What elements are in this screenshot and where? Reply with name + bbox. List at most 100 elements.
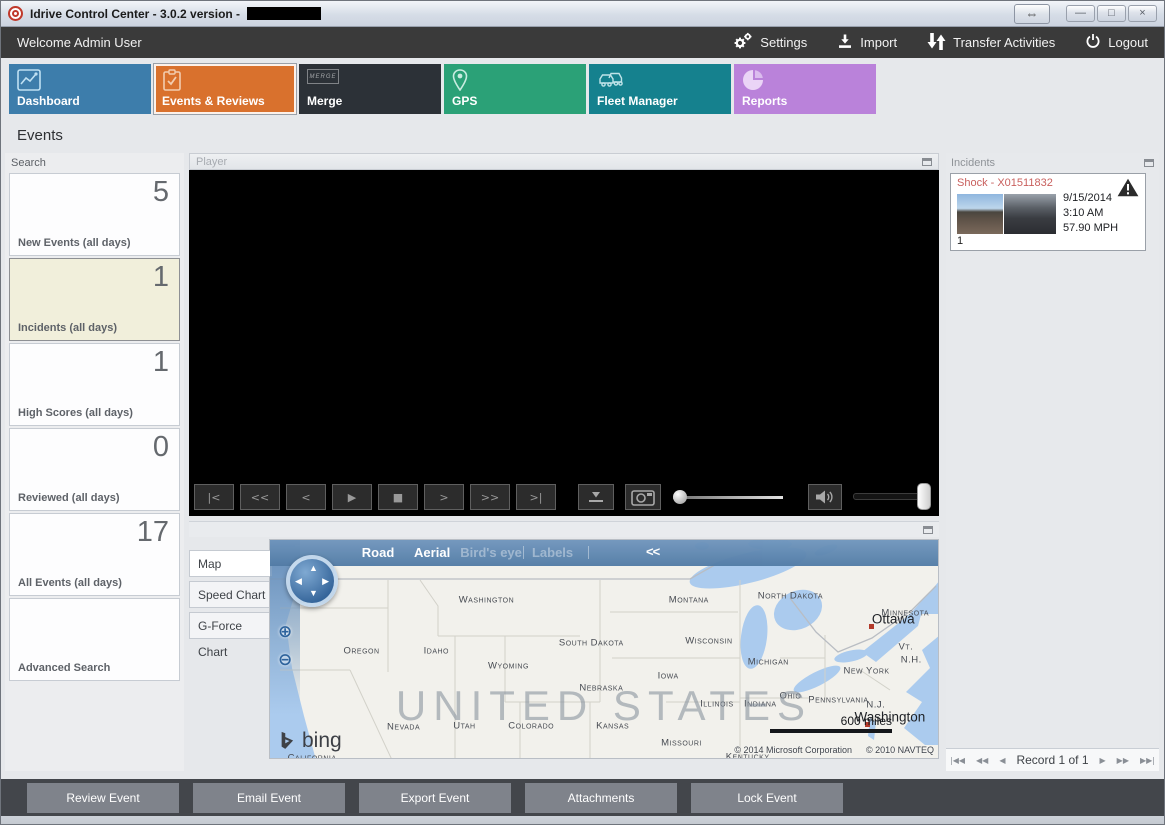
- tab-merge[interactable]: MERGE Merge: [299, 64, 441, 114]
- transfer-activities-button[interactable]: Transfer Activities: [927, 32, 1056, 53]
- map-bar-collapse-button[interactable]: <<: [646, 544, 660, 559]
- bing-logo: bing: [278, 729, 342, 753]
- gears-icon: [733, 32, 753, 53]
- footer-action-button[interactable]: Export Event: [359, 782, 511, 813]
- tab-reports[interactable]: Reports: [734, 64, 876, 114]
- top-navbar: Welcome Admin User Settings Import Trans…: [1, 27, 1164, 58]
- state-label: Oregon: [343, 645, 380, 657]
- pan-down-arrow-icon[interactable]: ▼: [309, 589, 318, 598]
- cabin-camera-thumbnail[interactable]: [1004, 194, 1056, 234]
- rewind-button[interactable]: <<: [240, 484, 280, 510]
- maximize-button[interactable]: □: [1097, 5, 1126, 22]
- close-button[interactable]: ×: [1128, 5, 1157, 22]
- volume-knob[interactable]: [917, 483, 931, 510]
- step-back-button[interactable]: <: [286, 484, 326, 510]
- seek-knob[interactable]: [673, 490, 687, 504]
- video-display[interactable]: [189, 170, 939, 478]
- window-bottom-border: [1, 816, 1164, 824]
- footer-action-button[interactable]: Attachments: [525, 782, 677, 813]
- pan-up-arrow-icon[interactable]: ▲: [309, 564, 318, 573]
- map-view-tab[interactable]: Map: [189, 550, 272, 577]
- map-mode-button[interactable]: Aerial: [414, 545, 450, 560]
- map-scale-label: 600 miles: [840, 714, 892, 728]
- logout-button[interactable]: Logout: [1085, 33, 1148, 52]
- copyright-microsoft: © 2014 Microsoft Corporation: [734, 745, 852, 755]
- state-label: Vt.: [898, 641, 914, 653]
- footer-action-button[interactable]: Email Event: [193, 782, 345, 813]
- import-download-icon: [837, 33, 853, 52]
- footer-action-button[interactable]: Review Event: [27, 782, 179, 813]
- tab-events-reviews[interactable]: Events & Reviews: [154, 64, 296, 114]
- map-panel: Map Speed Chart G-Force Chart Road Aeria…: [189, 521, 939, 771]
- state-label: Missouri: [661, 737, 702, 749]
- bing-logo-text: bing: [302, 729, 342, 752]
- footer-actions: Review Event Email Event Export Event Attac…: [1, 779, 1164, 816]
- volume-slider[interactable]: [853, 482, 931, 512]
- state-label: Wisconsin: [685, 635, 733, 647]
- search-filter-card[interactable]: 1 High Scores (all days): [9, 343, 180, 426]
- collapse-panel-icon[interactable]: [923, 525, 933, 534]
- map-scale-bar: [770, 729, 892, 733]
- mute-speaker-button[interactable]: [808, 484, 842, 510]
- zoom-out-button[interactable]: ⊖: [278, 650, 292, 670]
- bing-logo-icon: [281, 731, 294, 749]
- resize-toggle-button[interactable]: ⇔: [1014, 3, 1050, 24]
- map-view-tab[interactable]: G-Force Chart: [189, 612, 271, 659]
- collapse-panel-icon[interactable]: [922, 157, 932, 166]
- pan-left-arrow-icon[interactable]: ◀: [295, 577, 302, 586]
- search-filter-card[interactable]: 0 Reviewed (all days): [9, 428, 180, 511]
- record-nav-next-button[interactable]: ▶▶|: [1140, 756, 1155, 765]
- search-filter-card[interactable]: Advanced Search: [9, 598, 180, 681]
- collapse-panel-icon[interactable]: [1144, 159, 1154, 167]
- tab-label: Fleet Manager: [597, 94, 678, 108]
- map-mode-button[interactable]: Labels: [532, 545, 573, 560]
- search-filter-card[interactable]: 1 Incidents (all days): [9, 258, 180, 341]
- state-label: Washington: [458, 594, 515, 605]
- play-button[interactable]: ▶: [332, 484, 372, 510]
- download-button[interactable]: [578, 484, 614, 510]
- incident-info: 9/15/2014 3:10 AM 57.90 MPH: [1063, 191, 1118, 236]
- snapshot-camera-button[interactable]: [625, 484, 661, 510]
- record-nav-prev-button[interactable]: ◀◀: [976, 756, 988, 765]
- tab-fleet-manager[interactable]: Fleet Manager: [589, 64, 731, 114]
- import-button[interactable]: Import: [837, 33, 897, 52]
- minimize-button[interactable]: —: [1066, 5, 1095, 22]
- filter-label: Reviewed (all days): [18, 492, 120, 504]
- step-forward-button[interactable]: >: [424, 484, 464, 510]
- page-title: Events: [17, 127, 63, 144]
- skip-to-end-button[interactable]: >|: [516, 484, 556, 510]
- state-label: California: [287, 752, 337, 759]
- map-pan-control[interactable]: ▲ ▼ ◀ ▶: [286, 555, 338, 607]
- footer-action-button[interactable]: Lock Event: [691, 782, 843, 813]
- fast-forward-button[interactable]: >>: [470, 484, 510, 510]
- record-nav-prev-button[interactable]: |◀◀: [950, 756, 965, 765]
- window-title: Idrive Control Center - 3.0.2 version -: [30, 6, 241, 21]
- skip-to-start-button[interactable]: |<: [194, 484, 234, 510]
- incident-time: 3:10 AM: [1063, 207, 1104, 219]
- record-nav-next-button[interactable]: ▶▶: [1117, 756, 1129, 765]
- search-filter-card[interactable]: 17 All Events (all days): [9, 513, 180, 596]
- map-mode-button[interactable]: Bird's eye: [460, 545, 522, 560]
- tab-gps[interactable]: GPS: [444, 64, 586, 114]
- map-mode-button[interactable]: Road: [362, 545, 395, 560]
- map-view-tab[interactable]: Speed Chart: [189, 581, 271, 608]
- event-count: 1: [152, 346, 169, 378]
- seek-slider[interactable]: [673, 484, 783, 510]
- pan-right-arrow-icon[interactable]: ▶: [322, 577, 329, 586]
- zoom-in-button[interactable]: ⊕: [278, 622, 292, 642]
- tab-dashboard[interactable]: Dashboard: [9, 64, 151, 114]
- incident-card[interactable]: Shock - X01511832 9/15/2014 3:10 AM 57.9…: [950, 173, 1146, 251]
- merge-icon: MERGE: [307, 69, 339, 84]
- search-filter-card[interactable]: 5 New Events (all days): [9, 173, 180, 256]
- stop-button[interactable]: ■: [378, 484, 418, 510]
- road-camera-thumbnail[interactable]: [957, 194, 1003, 234]
- record-nav-prev-button[interactable]: ◀: [999, 756, 1005, 765]
- search-panel: Search 5 New Events (all days) 1 Inciden…: [5, 153, 184, 771]
- filter-label: Advanced Search: [18, 662, 111, 674]
- record-navigator: |◀◀ ◀◀ ◀ Record 1 of 1 ▶ ▶▶ ▶▶|: [946, 748, 1159, 771]
- record-nav-next-button[interactable]: ▶: [1100, 756, 1106, 765]
- bing-map[interactable]: Road Aerial Bird's eye Labels << ▲ ▼ ◀ ▶ ⊕ …: [269, 539, 939, 759]
- transfer-activities-label: Transfer Activities: [953, 35, 1056, 50]
- settings-button[interactable]: Settings: [733, 32, 807, 53]
- city-label: Ottawa: [871, 611, 915, 627]
